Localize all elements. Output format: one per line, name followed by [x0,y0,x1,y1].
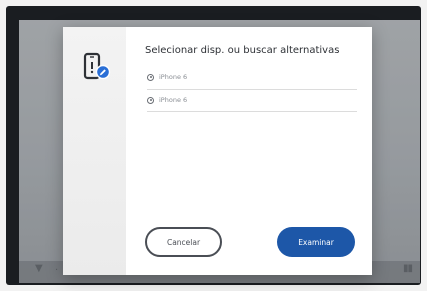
dialog-side-panel [63,27,126,275]
device-option[interactable]: iPhone 6 [147,69,357,85]
pause-icon: ▮▮ [402,263,413,274]
radio-icon [147,73,154,81]
device-option[interactable]: iPhone 6 [147,92,357,108]
dialog-title: Selecionar disp. ou buscar alternativas [145,45,340,56]
speaker-icon: ▼ [35,263,43,274]
divider [147,89,357,90]
examine-button[interactable]: Examinar [277,227,355,257]
select-device-dialog: Selecionar disp. ou buscar alternativas … [63,27,372,275]
cancel-button[interactable]: Cancelar [145,227,222,257]
device-option-label: iPhone 6 [159,96,188,104]
divider [147,111,357,112]
phone-with-badge-icon [83,52,111,80]
radio-icon [147,96,154,104]
menu-dot-icon: · [55,265,59,276]
device-option-label: iPhone 6 [159,73,188,81]
